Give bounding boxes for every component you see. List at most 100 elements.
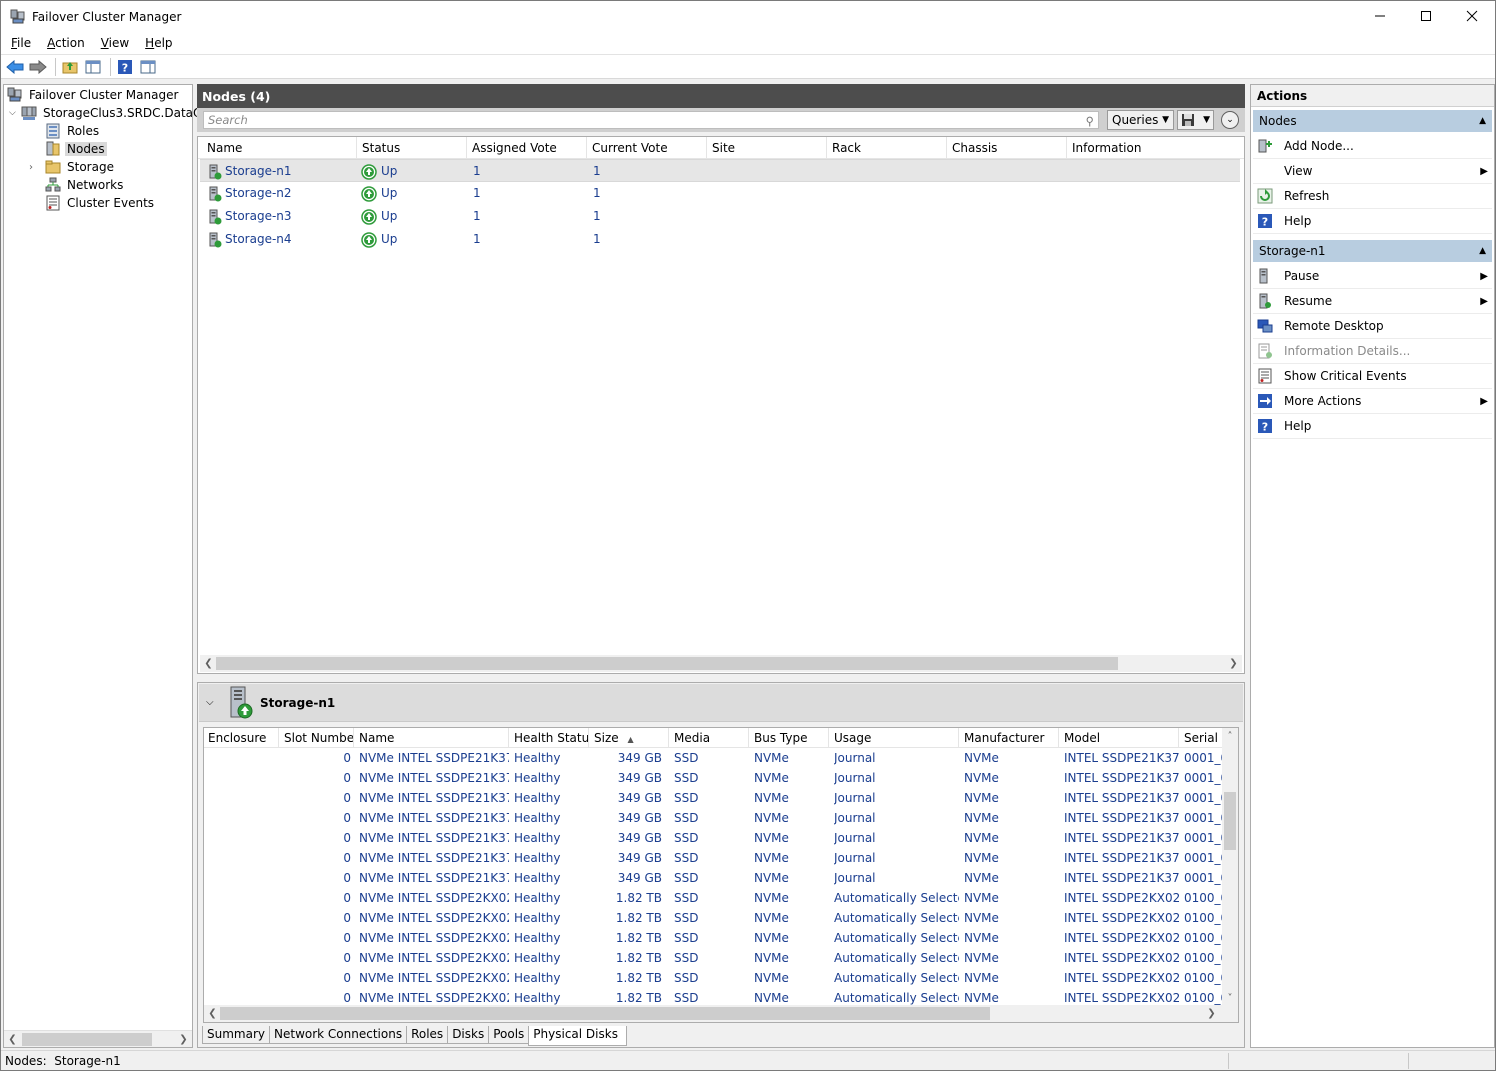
node-name-cell[interactable]: Storage-n1 — [208, 160, 292, 183]
collapse-section-icon[interactable]: ▲ — [1479, 240, 1486, 263]
tree-cluster-node[interactable]: ⌵ StorageClus3.SRDC.DataON — [9, 104, 213, 122]
column-header-status[interactable]: Status — [357, 137, 467, 159]
node-name-cell[interactable]: Storage-n4 — [208, 228, 292, 251]
column-header-slot-number[interactable]: Slot Number — [279, 728, 354, 748]
chevron-right-icon[interactable]: › — [29, 162, 45, 173]
column-header-current-vote[interactable]: Current Vote — [587, 137, 707, 159]
column-header-chassis[interactable]: Chassis — [947, 137, 1067, 159]
nodes-horizontal-scrollbar[interactable]: ❮ ❯ — [200, 655, 1242, 672]
column-header-media[interactable]: Media — [669, 728, 749, 748]
chevron-down-icon[interactable]: ⌵ — [9, 108, 21, 118]
node-name-cell[interactable]: Storage-n3 — [208, 205, 292, 228]
physical-disk-row[interactable]: 0 NVMe INTEL SSDPE2KX02 Healthy 1.82 TB SSD N… — [204, 948, 1224, 968]
forward-button[interactable] — [28, 57, 48, 77]
tab-roles[interactable]: Roles — [406, 1026, 449, 1044]
physical-disk-row[interactable]: 0 NVMe INTEL SSDPE2KX02 Healthy 1.82 TB SSD N… — [204, 928, 1224, 948]
action-show-critical-events[interactable]: Show Critical Events — [1253, 364, 1492, 389]
physical-disk-row[interactable]: 0 NVMe INTEL SSDPE21K37 Healthy 349 GB SSD NV… — [204, 828, 1224, 848]
tree-item-cluster-events[interactable]: Cluster Events — [45, 194, 156, 212]
scroll-right-icon[interactable]: ❯ — [1225, 655, 1242, 672]
physical-disk-row[interactable]: 0 NVMe INTEL SSDPE21K37 Healthy 349 GB SSD NV… — [204, 768, 1224, 788]
maximize-button[interactable] — [1403, 1, 1449, 31]
column-header-disk-name[interactable]: Name — [354, 728, 509, 748]
action-refresh[interactable]: Refresh — [1253, 184, 1492, 209]
scrollbar-thumb[interactable] — [220, 1007, 990, 1020]
tree-item-roles[interactable]: Roles — [45, 122, 101, 140]
expand-collapse-search-button[interactable]: ⌄ — [1221, 111, 1239, 129]
save-query-button[interactable]: ▼ — [1177, 110, 1214, 130]
column-header-enclosure[interactable]: Enclosure — [204, 728, 279, 748]
node-name-cell[interactable]: Storage-n2 — [208, 182, 292, 205]
tab-network-connections[interactable]: Network Connections — [269, 1026, 408, 1044]
node-row[interactable]: Storage-n2 Up 1 1 — [200, 182, 1240, 205]
tab-summary[interactable]: Summary — [202, 1026, 270, 1044]
search-input[interactable]: Search ⚲ — [203, 111, 1099, 129]
physical-disk-row[interactable]: 0 NVMe INTEL SSDPE21K37 Healthy 349 GB SSD NV… — [204, 748, 1224, 768]
actions-section-nodes[interactable]: Nodes ▲ — [1253, 109, 1492, 132]
help-button[interactable]: ? — [115, 57, 135, 77]
action-more-actions[interactable]: More Actions ▶ — [1253, 389, 1492, 414]
action-view[interactable]: View ▶ — [1253, 159, 1492, 184]
action-pause[interactable]: Pause ▶ — [1253, 264, 1492, 289]
scrollbar-thumb[interactable] — [1224, 792, 1236, 850]
column-header-bus-type[interactable]: Bus Type — [749, 728, 829, 748]
column-header-rack[interactable]: Rack — [827, 137, 947, 159]
tree-horizontal-scrollbar[interactable]: ❮ ❯ — [4, 1030, 192, 1047]
scroll-right-icon[interactable]: ❯ — [1203, 1005, 1220, 1022]
up-one-level-button[interactable] — [60, 57, 80, 77]
back-button[interactable] — [5, 57, 25, 77]
menu-help[interactable]: Help — [145, 36, 172, 50]
scrollbar-thumb[interactable] — [22, 1033, 152, 1046]
menu-action[interactable]: Action — [47, 36, 85, 50]
column-header-size[interactable]: Size ▲ — [589, 728, 669, 748]
queries-dropdown[interactable]: Queries ▼ — [1107, 110, 1174, 130]
column-header-serial-number[interactable]: Serial N — [1179, 728, 1224, 748]
column-header-manufacturer[interactable]: Manufacturer — [959, 728, 1059, 748]
tree-item-nodes[interactable]: Nodes — [45, 140, 107, 158]
close-button[interactable] — [1449, 1, 1495, 31]
node-row[interactable]: Storage-n3 Up 1 1 — [200, 205, 1240, 228]
physical-disk-row[interactable]: 0 NVMe INTEL SSDPE21K37 Healthy 349 GB SSD NV… — [204, 848, 1224, 868]
physical-disk-row[interactable]: 0 NVMe INTEL SSDPE21K37 Healthy 349 GB SSD NV… — [204, 868, 1224, 888]
column-header-name[interactable]: Name — [202, 137, 357, 159]
scroll-up-icon[interactable]: ˄ — [1222, 728, 1238, 745]
scroll-left-icon[interactable]: ❮ — [4, 1031, 21, 1048]
node-row[interactable]: Storage-n1 Up 1 1 — [200, 159, 1240, 182]
node-row[interactable]: Storage-n4 Up 1 1 — [200, 228, 1240, 251]
column-header-assigned-vote[interactable]: Assigned Vote — [467, 137, 587, 159]
scroll-left-icon[interactable]: ❮ — [200, 655, 217, 672]
tab-physical-disks[interactable]: Physical Disks — [528, 1026, 627, 1046]
show-hide-action-pane-button[interactable] — [138, 57, 158, 77]
action-help[interactable]: ? Help — [1253, 414, 1492, 439]
tree-root-failover-cluster-manager[interactable]: Failover Cluster Manager — [7, 86, 180, 104]
physical-disk-row[interactable]: 0 NVMe INTEL SSDPE21K37 Healthy 349 GB SSD NV… — [204, 808, 1224, 828]
column-header-usage[interactable]: Usage — [829, 728, 959, 748]
tree-item-storage[interactable]: › Storage — [29, 158, 116, 176]
tree-item-networks[interactable]: Networks — [45, 176, 125, 194]
column-header-health-status[interactable]: Health Status — [509, 728, 589, 748]
physical-disks-vertical-scrollbar[interactable]: ˄ ˅ — [1222, 728, 1238, 1007]
minimize-button[interactable] — [1357, 1, 1403, 31]
column-header-site[interactable]: Site — [707, 137, 827, 159]
collapse-section-icon[interactable]: ▲ — [1479, 110, 1486, 133]
column-header-information[interactable]: Information — [1067, 137, 1242, 159]
physical-disk-row[interactable]: 0 NVMe INTEL SSDPE2KX02 Healthy 1.82 TB SSD N… — [204, 888, 1224, 908]
action-add-node[interactable]: Add Node... — [1253, 134, 1492, 159]
menu-file[interactable]: File — [11, 36, 31, 50]
action-help[interactable]: ? Help — [1253, 209, 1492, 234]
action-resume[interactable]: Resume ▶ — [1253, 289, 1492, 314]
physical-disk-row[interactable]: 0 NVMe INTEL SSDPE2KX02 Healthy 1.82 TB SSD N… — [204, 908, 1224, 928]
scroll-right-icon[interactable]: ❯ — [175, 1031, 192, 1048]
tab-pools[interactable]: Pools — [488, 1026, 530, 1044]
physical-disk-row[interactable]: 0 NVMe INTEL SSDPE2KX02 Healthy 1.82 TB SSD N… — [204, 968, 1224, 988]
menu-view[interactable]: View — [101, 36, 129, 50]
tab-disks[interactable]: Disks — [447, 1026, 490, 1044]
scroll-left-icon[interactable]: ❮ — [204, 1005, 221, 1022]
collapse-detail-icon[interactable]: ⌵ — [206, 697, 218, 708]
physical-disks-horizontal-scrollbar[interactable]: ❮ ❯ — [204, 1005, 1238, 1022]
physical-disk-row[interactable]: 0 NVMe INTEL SSDPE21K37 Healthy 349 GB SSD NV… — [204, 788, 1224, 808]
search-icon[interactable]: ⚲ — [1086, 113, 1094, 129]
actions-section-storage-n1[interactable]: Storage-n1 ▲ — [1253, 239, 1492, 262]
action-remote-desktop[interactable]: Remote Desktop — [1253, 314, 1492, 339]
column-header-model[interactable]: Model — [1059, 728, 1179, 748]
